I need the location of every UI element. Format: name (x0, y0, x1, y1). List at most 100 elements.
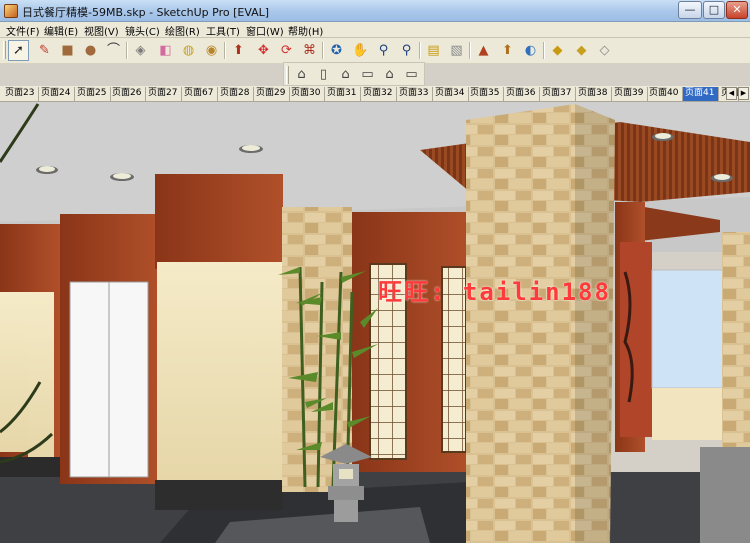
toolbar-separator (543, 42, 545, 59)
move-button[interactable]: ✥ (253, 40, 274, 61)
back-view-button[interactable]: ⌂ (379, 64, 400, 85)
scene-tabs-prev-button[interactable]: ◀ (726, 87, 737, 100)
styles-icon: ◆ (576, 43, 587, 58)
select-button[interactable]: ➚ (8, 40, 29, 61)
zoom-icon: ⚲ (378, 43, 389, 58)
menu-edit[interactable]: 编辑(E) (42, 23, 80, 38)
toolbar-separator (224, 42, 226, 59)
pencil-button[interactable]: ✎ (34, 40, 55, 61)
scene-tab[interactable]: 页面31 (325, 87, 361, 101)
toolbar-separator (469, 42, 471, 59)
components-button[interactable]: ◆ (547, 40, 568, 61)
back-view-icon: ⌂ (385, 67, 394, 82)
iso-view-icon: ⌂ (297, 67, 306, 82)
window-title: 日式餐厅精模-59MB.skp - SketchUp Pro [EVAL] (22, 6, 270, 19)
toggle-terrain-button[interactable]: ▧ (446, 40, 467, 61)
menu-tools[interactable]: 工具(T) (204, 23, 242, 38)
zoom-extents-button[interactable]: ⚲ (396, 40, 417, 61)
get-models-button[interactable]: ▲ (473, 40, 494, 61)
menu-help[interactable]: 帮助(H) (286, 23, 325, 38)
left-view-icon: ▭ (405, 67, 418, 82)
scene-tab[interactable]: 页面40 (647, 87, 683, 101)
pan-button[interactable]: ✋ (350, 40, 371, 61)
toggle-terrain-icon: ▧ (450, 43, 463, 58)
zoom-extents-icon: ⚲ (401, 43, 412, 58)
rectangle-button[interactable]: ■ (57, 40, 78, 61)
menu-view[interactable]: 视图(V) (82, 23, 121, 38)
scene-tab[interactable]: 页面29 (254, 87, 290, 101)
scene-tab[interactable]: 页面30 (289, 87, 325, 101)
top-view-button[interactable]: ▯ (313, 64, 334, 85)
scene-tab[interactable]: 页面33 (397, 87, 433, 101)
share-model-icon: ⬆ (502, 43, 513, 58)
scene-tab[interactable]: 页面35 (468, 87, 504, 101)
rotate-button[interactable]: ⟳ (276, 40, 297, 61)
paint-bucket-button[interactable]: ◉ (201, 40, 222, 61)
scene-tab[interactable]: 页面38 (576, 87, 612, 101)
menu-camera[interactable]: 镜头(C) (123, 23, 162, 38)
left-view-button[interactable]: ▭ (401, 64, 422, 85)
share-component-icon: ◇ (599, 43, 610, 58)
google-earth-icon: ◐ (524, 43, 537, 58)
push-pull-button[interactable]: ⬆ (228, 40, 249, 61)
share-component-button[interactable]: ◇ (594, 40, 615, 61)
add-location-icon: ▤ (427, 43, 440, 58)
rectangle-icon: ■ (61, 43, 74, 58)
circle-button[interactable]: ● (80, 40, 101, 61)
tape-measure-button[interactable]: ◍ (178, 40, 199, 61)
model-viewport[interactable]: 旺旺: tailin188 (0, 102, 750, 543)
add-location-button[interactable]: ▤ (423, 40, 444, 61)
menu-window[interactable]: 窗口(W) (244, 23, 286, 38)
toolbar-grip[interactable] (286, 66, 289, 84)
iso-view-button[interactable]: ⌂ (291, 64, 312, 85)
scene-tabs-next-button[interactable]: ▶ (738, 87, 749, 100)
select-icon: ➚ (13, 43, 24, 58)
scene-tab[interactable]: 页面41 (683, 87, 719, 101)
scene-tab[interactable]: 页面24 (39, 87, 75, 101)
front-view-button[interactable]: ⌂ (335, 64, 356, 85)
views-toolbar: ⌂ ▯ ⌂ ▭ ⌂ ▭ (283, 62, 425, 86)
styles-button[interactable]: ◆ (571, 40, 592, 61)
scene-tab[interactable]: 页面27 (146, 87, 182, 101)
pan-icon: ✋ (352, 43, 369, 58)
offset-icon: ⌘ (303, 43, 316, 58)
maximize-button[interactable]: □ (703, 1, 725, 19)
move-icon: ✥ (258, 43, 269, 58)
get-models-icon: ▲ (478, 43, 489, 58)
paint-bucket-icon: ◉ (205, 43, 218, 58)
components-icon: ◆ (552, 43, 563, 58)
arc-button[interactable]: ⌒ (103, 40, 124, 61)
toolbar-separator (419, 42, 421, 59)
menu-draw[interactable]: 绘图(R) (163, 23, 202, 38)
close-button[interactable]: ✕ (726, 1, 748, 19)
eraser-button[interactable]: ◧ (155, 40, 176, 61)
scene-tab[interactable]: 页面25 (75, 87, 111, 101)
scene-tab[interactable]: 页面23 (3, 87, 39, 101)
main-toolbar: ➚ ✎ ■ ● ⌒ ◈ ◧ ◍ ◉ ⬆ ✥ ⟳ ⌘ ✪ ✋ ⚲ ⚲ ▤ ▧ ▲ ⬆ ◐ ◆ ◆ ◇ (0, 38, 750, 64)
scene-tab[interactable]: 页面36 (504, 87, 540, 101)
right-view-icon: ▭ (361, 67, 374, 82)
scene-tab[interactable]: 页面28 (218, 87, 254, 101)
scene-tabs-bar: 页面页面41页面40页面39页面38页面37页面36页面35页面34页面33页面… (0, 86, 750, 102)
scene-tab[interactable]: 页面67 (182, 87, 218, 101)
restaurant-3d-scene (0, 102, 750, 543)
scene-tab[interactable]: 页面37 (540, 87, 576, 101)
scene-tab[interactable]: 页面32 (361, 87, 397, 101)
toolbar-separator (322, 42, 324, 59)
orbit-icon: ✪ (331, 43, 342, 58)
toolbar-grip[interactable] (3, 41, 6, 59)
google-earth-button[interactable]: ◐ (520, 40, 541, 61)
orbit-button[interactable]: ✪ (326, 40, 347, 61)
scene-tab[interactable]: 页面34 (433, 87, 469, 101)
offset-button[interactable]: ⌘ (299, 40, 320, 61)
zoom-button[interactable]: ⚲ (373, 40, 394, 61)
minimize-button[interactable]: — (678, 1, 702, 19)
sketchup-app-icon (4, 4, 18, 18)
rotate-icon: ⟳ (281, 43, 292, 58)
scene-tab[interactable]: 页面39 (612, 87, 648, 101)
scene-tab[interactable]: 页面26 (110, 87, 146, 101)
menu-file[interactable]: 文件(F) (4, 23, 42, 38)
make-component-button[interactable]: ◈ (130, 40, 151, 61)
share-model-button[interactable]: ⬆ (497, 40, 518, 61)
right-view-button[interactable]: ▭ (357, 64, 378, 85)
